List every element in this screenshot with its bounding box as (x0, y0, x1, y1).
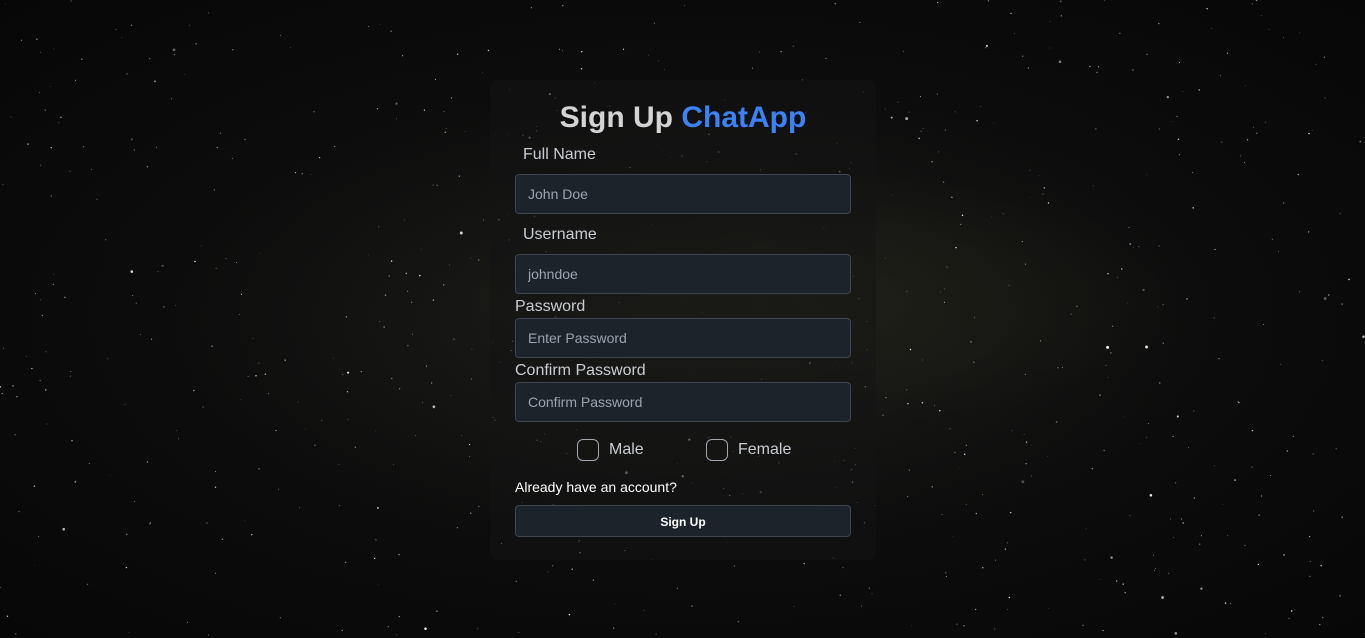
male-checkbox[interactable] (577, 439, 599, 461)
male-label: Male (609, 441, 644, 458)
username-input[interactable] (515, 254, 851, 294)
gender-option-female[interactable]: Female (706, 438, 791, 462)
full-name-input[interactable] (515, 174, 851, 214)
password-input[interactable] (515, 318, 851, 358)
sign-up-button[interactable]: Sign Up (515, 505, 851, 537)
female-label: Female (738, 441, 792, 458)
title-prefix: Sign Up (559, 101, 673, 134)
username-label: Username (523, 226, 597, 243)
page-title: Sign Up ChatApp (490, 98, 876, 138)
confirm-password-label: Confirm Password (515, 362, 646, 379)
full-name-label: Full Name (523, 146, 596, 163)
brand-name: ChatApp (681, 101, 807, 134)
gender-option-male[interactable]: Male (577, 438, 644, 462)
confirm-password-input[interactable] (515, 382, 851, 422)
female-checkbox[interactable] (706, 439, 728, 461)
password-label: Password (515, 298, 586, 315)
login-link[interactable]: Already have an account? (515, 478, 677, 496)
